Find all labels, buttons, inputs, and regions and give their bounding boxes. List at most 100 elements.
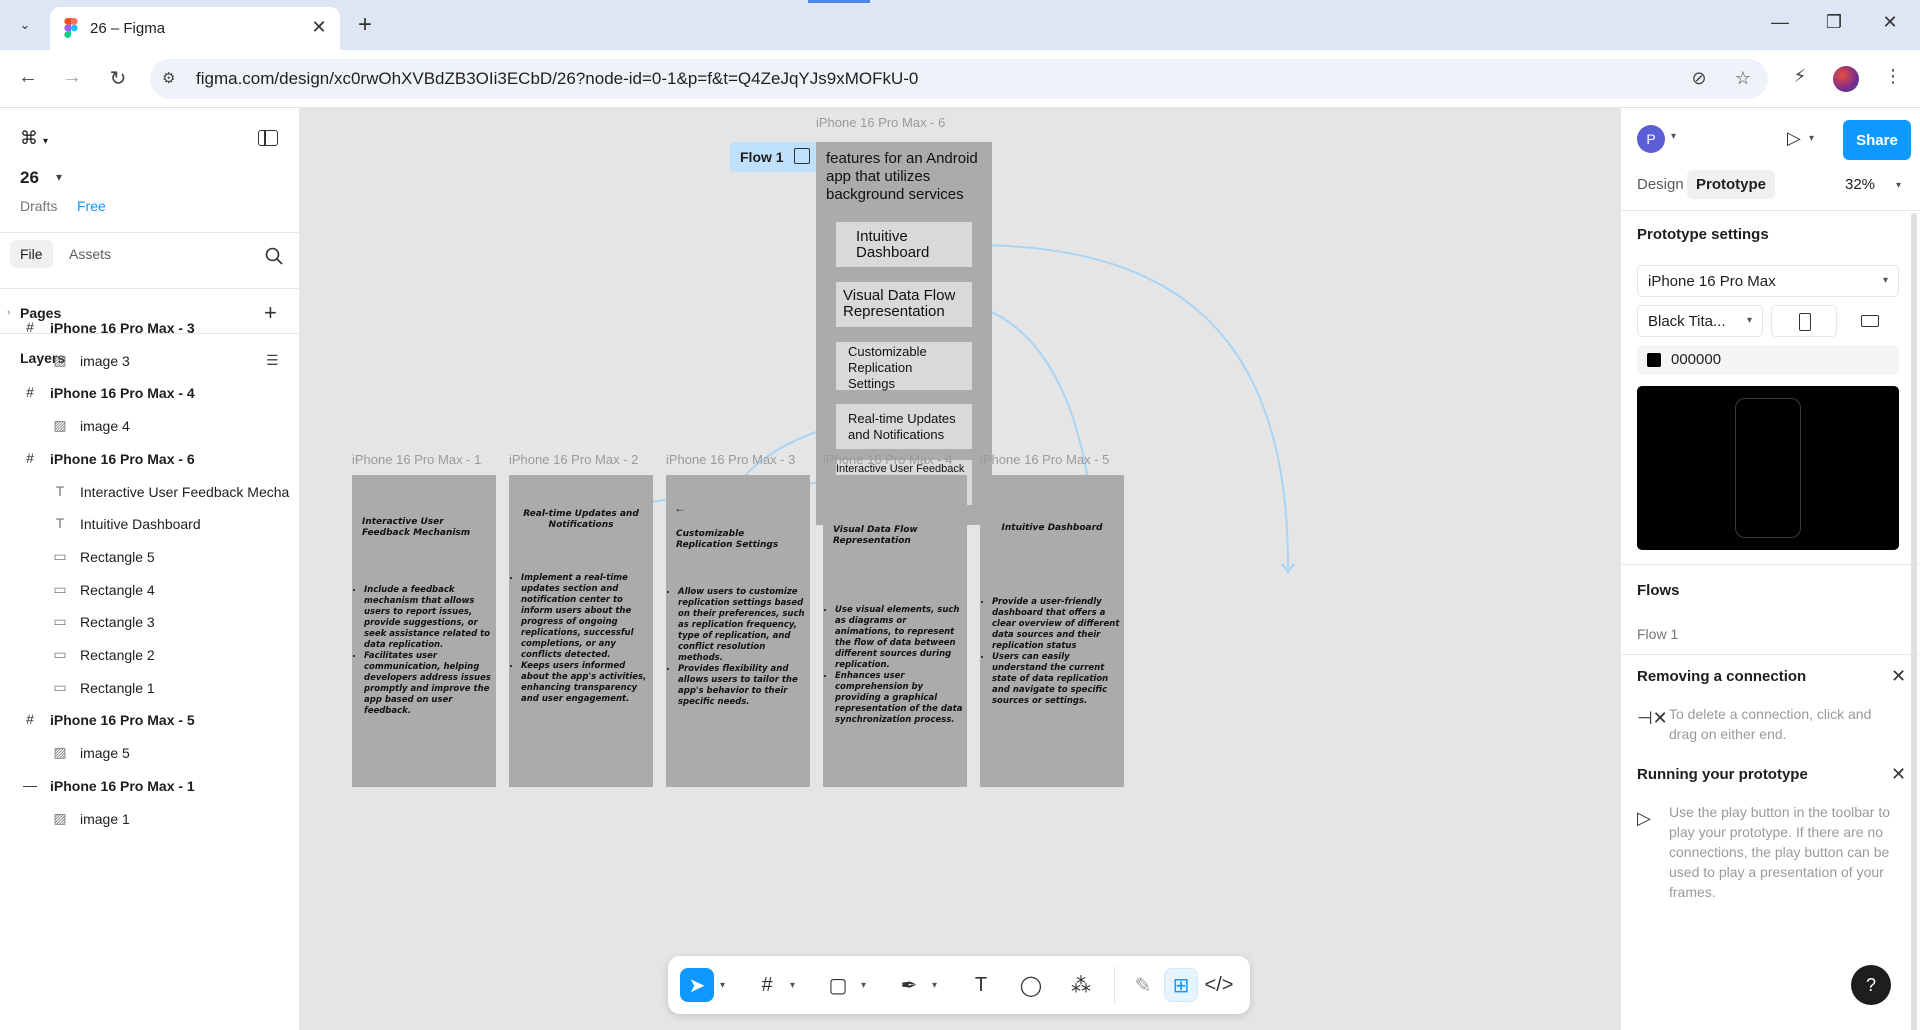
file-menu-chevron-icon[interactable]: ▾ [56,170,62,184]
layer-label: Rectangle 3 [80,614,155,631]
frame-label[interactable]: iPhone 16 Pro Max - 2 [509,452,638,467]
play-icon: ▷ [1637,808,1651,828]
reload-icon[interactable]: ↻ [104,66,132,91]
close-icon[interactable]: ✕ [1891,666,1906,687]
browser-profile-avatar[interactable] [1833,66,1859,92]
chevron-down-icon[interactable]: ▾ [790,980,795,991]
back-icon[interactable]: ← [14,66,42,89]
rectangle-icon: ▭ [53,678,67,695]
tab-prototype[interactable]: Prototype [1687,170,1776,199]
screen-frame[interactable]: ← Customizable Replication Settings Allow … [666,475,810,787]
chevron-down-icon[interactable]: ▾ [1809,133,1814,144]
color-swatch[interactable] [1647,353,1661,367]
button-realtime-updates[interactable]: Real-time Updates and Notifications [836,404,972,449]
move-tool-icon[interactable]: ➤ [680,968,714,1002]
image-icon: ▨ [53,744,67,761]
screen-frame[interactable]: Interactive User Feedback Mechanism Inclu… [352,475,496,787]
screen-frame[interactable]: Intuitive Dashboard Provide a user-friend… [980,475,1124,787]
bookmark-star-icon[interactable]: ☆ [1730,68,1756,89]
comment-tool-icon[interactable]: ◯ [1014,968,1048,1002]
button-customizable-replication[interactable]: Customizable Replication Settings [836,342,972,391]
device-select[interactable]: iPhone 16 Pro Max ▾ [1637,265,1899,297]
flow-play-icon[interactable] [794,148,810,164]
portrait-toggle[interactable] [1771,305,1837,337]
design-canvas[interactable]: iPhone 16 Pro Max - 6 Flow 1 features fo… [300,108,1620,1030]
button-intuitive-dashboard[interactable]: Intuitive Dashboard [836,222,972,267]
dev-mode-icon[interactable]: </> [1202,968,1236,1002]
device-color-select[interactable]: Black Tita... ▾ [1637,305,1763,337]
browser-menu-icon[interactable]: ⋮ [1880,66,1906,87]
flow-item[interactable]: Flow 1 [1637,626,1678,642]
restore-icon[interactable]: ❐ [1820,12,1848,33]
frame-label[interactable]: iPhone 16 Pro Max - 5 [980,452,1109,467]
frame-tool-icon[interactable]: # [750,968,784,1002]
user-avatar[interactable]: P [1637,125,1665,153]
zoom-level[interactable]: 32% [1845,176,1875,193]
landscape-toggle[interactable] [1837,305,1903,337]
draw-mode-icon[interactable]: ✎ [1126,968,1160,1002]
file-name[interactable]: 26 [20,168,39,188]
layer-label: image 1 [80,810,130,827]
layer-label: Intuitive Dashboard [80,516,201,533]
url-text[interactable]: figma.com/design/xc0rwOhXVBdZB3OIi3ECbD/… [196,69,918,89]
background-color-field[interactable]: 000000 [1637,345,1899,375]
minimize-icon[interactable]: — [1766,12,1794,33]
screen-frame[interactable]: Real-time Updates and Notifications Imple… [509,475,653,787]
tab-design[interactable]: Design [1637,176,1684,193]
frame-label[interactable]: iPhone 16 Pro Max - 4 [823,452,952,467]
address-bar[interactable]: ⚙ figma.com/design/xc0rwOhXVBdZB3OIi3ECb… [150,59,1768,99]
tools-toolbar: ➤ ▾ # ▾ ▢ ▾ ✒ ▾ T ◯ ⁂ ✎ ⊞ </> [668,956,1250,1014]
frame-label[interactable]: iPhone 16 Pro Max - 3 [666,452,795,467]
tab-file[interactable]: File [10,240,53,268]
pen-tool-icon[interactable]: ✒ [892,968,926,1002]
chevron-down-icon[interactable]: ▾ [861,980,866,991]
share-button[interactable]: Share [1843,120,1911,160]
screen-frame[interactable]: Visual Data Flow Representation Use visua… [823,475,967,787]
button-visual-data-flow[interactable]: Visual Data Flow Representation [836,282,972,327]
close-icon[interactable]: ✕ [1891,764,1906,785]
chevron-down-icon[interactable]: ▾ [1896,180,1901,191]
frame-label[interactable]: iPhone 16 Pro Max - 6 [816,115,945,130]
tab-title: 26 – Figma [90,20,166,37]
design-mode-icon[interactable]: ⊞ [1164,968,1198,1002]
drafts-link[interactable]: Drafts [20,198,57,214]
screen-title: Visual Data Flow Representation [833,525,918,546]
extension-icon[interactable]: ⚡ [1787,66,1813,87]
phone-outline [1735,398,1801,538]
tab-search-chevron-icon[interactable]: ⌄ [12,12,38,38]
layer-row[interactable]: ▨ image 1 [0,799,300,839]
site-info-icon[interactable]: ⚙ [162,69,175,87]
layer-label: iPhone 16 Pro Max - 6 [50,450,195,467]
toolbar-divider [1114,966,1115,1004]
screen-bullet-list: Include a feedback mechanism that allows… [356,585,492,717]
chevron-down-icon[interactable]: ▾ [720,980,725,991]
screen-bullet: Implement a real-time updates section an… [521,573,649,661]
text-tool-icon[interactable]: T [964,968,998,1002]
tab-close-icon[interactable]: ✕ [308,17,330,38]
present-play-icon[interactable]: ▷ [1787,128,1801,149]
frame-label[interactable]: iPhone 16 Pro Max - 1 [352,452,481,467]
scrollbar[interactable] [1911,213,1917,1030]
flow-start-badge[interactable]: Flow 1 [730,142,820,172]
plan-badge[interactable]: Free [77,198,106,214]
no-screenshot-icon[interactable]: ⊘ [1686,68,1712,89]
rectangle-tool-icon[interactable]: ▢ [821,968,855,1002]
flows-title: Flows [1637,582,1680,599]
figma-main-menu-icon[interactable]: ⌘ ▾ [20,128,48,149]
window-close-icon[interactable]: ✕ [1876,12,1904,33]
background-hex[interactable]: 000000 [1671,351,1721,368]
forward-icon[interactable]: → [58,66,86,89]
new-tab-icon[interactable]: + [352,11,378,39]
browser-tab[interactable]: 26 – Figma ✕ [50,7,340,50]
search-icon[interactable] [264,246,284,266]
help-button[interactable]: ? [1851,965,1891,1005]
landscape-icon [1861,315,1879,327]
chevron-down-icon[interactable]: ▾ [1671,131,1676,142]
chevron-down-icon[interactable]: ▾ [932,980,937,991]
screen-bullet-list: Allow users to customize replication set… [670,587,806,708]
main-frame[interactable]: features for an Android app that utilize… [816,142,992,525]
tab-assets[interactable]: Assets [69,246,111,262]
toggle-sidebar-icon[interactable] [258,130,278,146]
back-arrow-icon[interactable]: ← [674,501,686,515]
actions-tool-icon[interactable]: ⁂ [1064,968,1098,1002]
